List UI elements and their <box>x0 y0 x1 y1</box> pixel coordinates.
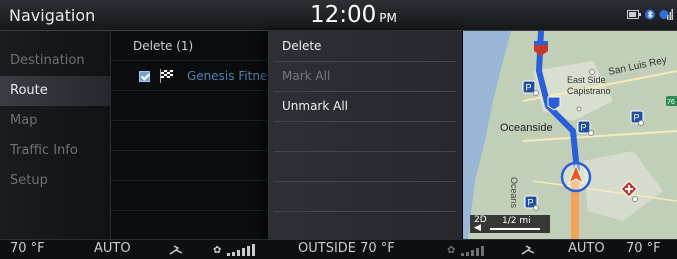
left-climate-mode: AUTO <box>94 241 131 256</box>
svg-text:P: P <box>581 123 587 133</box>
divider <box>111 150 268 151</box>
list-item-label: Genesis Fitne <box>187 69 268 83</box>
scale-bar <box>490 228 540 230</box>
svg-text:✿: ✿ <box>447 245 455 256</box>
scale-distance: 1/2 mi <box>502 216 531 226</box>
divider <box>111 120 268 121</box>
battery-icon <box>627 10 641 19</box>
fan-speed-icon: ✿ <box>213 244 255 256</box>
list-item[interactable]: Genesis Fitne <box>139 69 267 83</box>
divider <box>274 181 456 182</box>
clock-time: 12:00 <box>310 2 377 28</box>
sidebar-item-route[interactable]: Route <box>0 76 110 106</box>
list-header: Delete (1) <box>133 39 194 53</box>
clock: 12:00 PM <box>310 2 397 28</box>
outside-temperature: OUTSIDE 70 °F <box>298 241 395 256</box>
sidebar-item-destination[interactable]: Destination <box>0 46 110 76</box>
delete-button[interactable]: Delete <box>268 31 462 61</box>
poi-pin <box>589 69 595 75</box>
map-label-capistrano: Capistrano <box>567 86 611 96</box>
vehicle-position-icon <box>560 161 592 193</box>
checkered-flag-icon <box>160 69 173 83</box>
divider <box>111 180 268 181</box>
left-temperature: 70 °F <box>10 241 45 256</box>
svg-text:P: P <box>528 198 534 208</box>
sidebar-item-setup[interactable]: Setup <box>0 166 110 196</box>
parking-icon: P <box>522 80 536 94</box>
airflow-direction-icon <box>521 245 535 255</box>
map-label-oceanside: Oceanside <box>500 122 553 134</box>
svg-text:P: P <box>526 83 532 93</box>
poi-pin <box>588 130 594 136</box>
poi-pin <box>638 120 644 126</box>
poi-pin <box>533 90 539 96</box>
map-canvas: P P P P San Luis Rey East Side Capistran… <box>463 31 677 239</box>
sidebar: Destination Route Map Traffic Info Setup <box>0 31 111 239</box>
context-menu: Delete Mark All Unmark All <box>268 31 462 239</box>
status-icons <box>627 9 673 20</box>
waypoint-list: Delete (1) Genesis Fitne <box>111 31 268 239</box>
ocean-area <box>463 31 511 239</box>
right-temperature: 70 °F <box>626 241 661 256</box>
airflow-direction-icon <box>169 245 183 255</box>
sidebar-item-map[interactable]: Map <box>0 106 110 136</box>
divider <box>274 121 456 122</box>
unmark-all-button[interactable]: Unmark All <box>268 91 462 121</box>
mark-all-button[interactable]: Mark All <box>268 61 462 91</box>
right-climate-mode: AUTO <box>568 241 605 256</box>
bluetooth-icon <box>645 9 655 20</box>
clock-ampm: PM <box>379 11 397 25</box>
map-scale[interactable]: 2D ◀ 1/2 mi <box>470 215 550 233</box>
svg-text:✿: ✿ <box>213 245 221 256</box>
poi-pin <box>533 205 539 211</box>
climate-bar: 70 °F AUTO ✿ OUTSIDE 70 °F ✿ AUTO 70 °F <box>0 239 677 259</box>
route-76-label: 76 <box>667 99 675 106</box>
poi-pin <box>632 196 638 202</box>
route-76-shield-icon: 76 <box>666 96 677 106</box>
compass-arrow-icon: ◀ <box>474 223 481 233</box>
sidebar-item-traffic-info[interactable]: Traffic Info <box>0 136 110 166</box>
divider <box>111 210 268 211</box>
map-label-east-side: East Side <box>567 75 606 85</box>
page-title: Navigation <box>9 6 96 25</box>
divider <box>274 151 456 152</box>
status-bar: Navigation 12:00 PM <box>0 0 677 31</box>
map-label-oceanside-vertical: Oceans <box>509 177 519 209</box>
poi-pin <box>576 106 582 112</box>
parking-icon: P <box>577 120 591 134</box>
divider <box>111 60 268 61</box>
fan-speed-icon: ✿ <box>447 245 484 256</box>
divider <box>274 211 456 212</box>
checkbox[interactable] <box>139 70 150 82</box>
divider <box>111 90 268 91</box>
highway-shield-icon <box>534 41 548 56</box>
svg-text:P: P <box>634 113 640 123</box>
map-view[interactable]: P P P P San Luis Rey East Side Capistran… <box>463 31 677 239</box>
signal-icon <box>659 9 673 20</box>
urban-area <box>583 151 663 221</box>
